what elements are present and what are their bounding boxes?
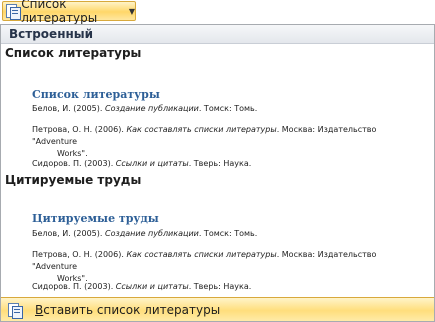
citation-line: Сидоров. П. (2003). Ссылки и цитаты. Тве… xyxy=(32,282,252,291)
citation-line: Петрова, О. Н. (2006). Как составлять сп… xyxy=(32,125,377,158)
citation-line: Сидоров. П. (2003). Ссылки и цитаты. Тве… xyxy=(32,159,252,168)
bibliography-dropdown-button[interactable]: Список литературы ▼ xyxy=(2,0,136,25)
bibliography-icon xyxy=(5,3,21,20)
citation-line: Петрова, О. Н. (2006). Как составлять сп… xyxy=(32,250,377,283)
citation-line: Белов, И. (2005). Создание публикации. Т… xyxy=(32,104,258,113)
chevron-down-icon: ▼ xyxy=(128,6,135,16)
ribbon-strip: Список литературы ▼ xyxy=(0,0,435,25)
section-header-builtin: Встроенный xyxy=(1,25,434,44)
gallery-item-title: Цитируемые труды xyxy=(5,173,142,187)
dropdown-label: Список литературы xyxy=(21,0,98,25)
insert-bibliography-button[interactable]: Вставить список литературы xyxy=(1,297,434,321)
preview-heading: Цитируемые труды xyxy=(32,212,159,225)
gallery-item-title: Список литературы xyxy=(5,46,142,60)
preview-heading: Список литературы xyxy=(32,88,160,101)
insert-bibliography-label: Вставить список литературы xyxy=(35,302,221,317)
insert-bibliography-icon xyxy=(7,302,23,319)
bibliography-gallery-panel: Встроенный Список литературы Список лите… xyxy=(0,24,435,322)
citation-line: Белов, И. (2005). Создание публикации. Т… xyxy=(32,229,258,238)
